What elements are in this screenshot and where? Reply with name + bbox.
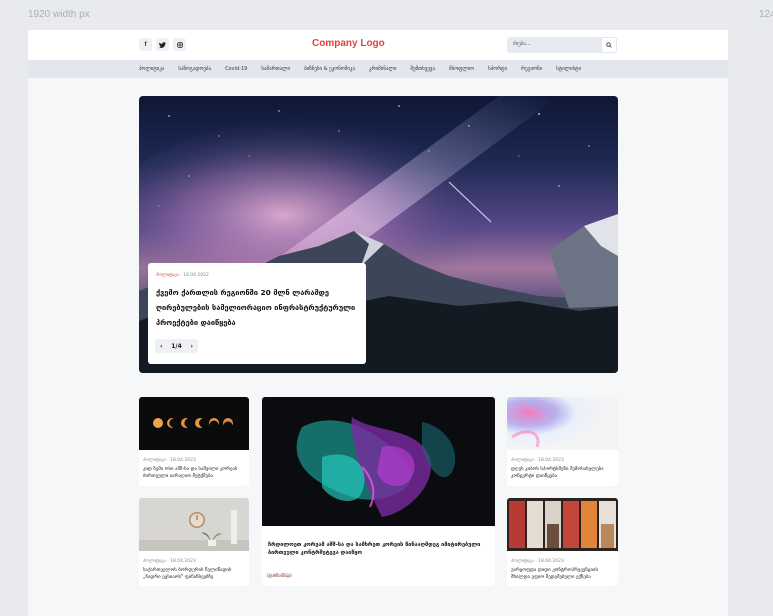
nav-item[interactable]: საზოგადოება	[178, 66, 211, 72]
facebook-icon[interactable]: f	[139, 38, 152, 51]
nav-item[interactable]: სპორტი	[488, 66, 507, 72]
chevron-left-icon[interactable]: ‹	[160, 343, 162, 350]
article-date: 18.04.2023	[538, 458, 564, 463]
nav-item[interactable]: პოლიტიკა	[139, 66, 164, 72]
article-card[interactable]: პოლიტიკა · 18.04.2023 დღეს კიბოს სპორტსმ…	[507, 397, 618, 486]
article-meta: პოლიტიკა · 18.04.2023	[511, 458, 564, 463]
header: f Company Logo ძიება...	[28, 30, 728, 60]
hero-slider[interactable]: პოლიტიკა · 18.04.2022 ქვემო ქართლის რეგი…	[139, 96, 618, 373]
search-icon	[606, 42, 612, 48]
twitter-icon[interactable]	[156, 38, 169, 51]
canvas-next-label: 124	[759, 9, 773, 20]
article-date: 18.04.2023	[266, 574, 292, 579]
article-category[interactable]: პოლიტიკა	[143, 559, 166, 564]
social-links: f	[139, 38, 186, 51]
nav-item[interactable]: მსოფლიო	[449, 66, 474, 72]
article-category[interactable]: პოლიტიკა	[511, 559, 534, 564]
article-image	[139, 498, 249, 551]
article-meta: პოლიტიკა · 18.04.2023	[511, 559, 564, 564]
article-title[interactable]: საქართველოს ბორდერის წელიწადის „ჩადრი ეც…	[143, 568, 245, 581]
hero-category[interactable]: პოლიტიკა	[156, 273, 179, 278]
slider-pager: ‹ 1/4 ›	[155, 339, 198, 353]
main-navigation: პოლიტიკა საზოგადოება Covid-19 სამართალი ბიზნ…	[28, 60, 728, 78]
company-logo[interactable]: Company Logo	[312, 38, 385, 49]
article-image	[139, 397, 249, 450]
article-date: 18.04.2023	[170, 458, 196, 463]
article-title[interactable]: ჩრდილოეთ კორეამ აშშ-სა და სამხრეთ კორეის…	[268, 541, 483, 557]
page-frame: f Company Logo ძიება... პოლიტიკა საზოგადო…	[28, 30, 728, 616]
article-meta: პოლიტიკა · 18.04.2023	[143, 458, 196, 463]
article-date: 18.04.2023	[538, 559, 564, 564]
article-meta: პოლიტიკა · 18.04.2023	[143, 559, 196, 564]
search-button[interactable]	[601, 37, 617, 53]
article-title[interactable]: უარყოფდა დიდი კონტროპრევენციის მხილდა ვფ…	[511, 568, 614, 581]
slide-counter: 1/4	[171, 342, 182, 350]
article-card[interactable]: პოლიტიკა · 18.04.2023 საქართველოს ბორდერ…	[139, 498, 249, 586]
chevron-right-icon[interactable]: ›	[191, 343, 193, 350]
canvas-width-label: 1920 width px	[28, 9, 90, 20]
nav-item[interactable]: სამართალი	[261, 66, 290, 72]
article-category[interactable]: პოლიტიკა	[143, 458, 166, 463]
article-image	[507, 498, 618, 551]
instagram-icon[interactable]	[173, 38, 186, 51]
article-image	[262, 397, 495, 526]
article-category[interactable]: პოლიტიკა	[511, 458, 534, 463]
article-image	[507, 397, 618, 450]
article-title[interactable]: დღეს კიბოს სპორტსმენი შემოსახელება კონცე…	[511, 467, 614, 480]
search-input[interactable]: ძიება...	[513, 41, 531, 47]
hero-date: 18.04.2022	[183, 273, 209, 278]
article-date: 18.04.2023	[170, 559, 196, 564]
nav-item[interactable]: Covid-19	[225, 66, 247, 72]
search-box[interactable]: ძიება...	[507, 37, 617, 53]
hero-meta: პოლიტიკა · 18.04.2022	[156, 273, 209, 278]
nav-item[interactable]: რეგიონი	[521, 66, 542, 72]
hero-article-card[interactable]: პოლიტიკა · 18.04.2022 ქვემო ქართლის რეგი…	[148, 263, 366, 364]
nav-item[interactable]: შემთხვევა	[410, 66, 435, 72]
nav-item[interactable]: ბიზნესი & ეკონომიკა	[304, 66, 355, 72]
featured-article-card[interactable]: ჩრდილოეთ კორეამ აშშ-სა და სამხრეთ კორეის…	[262, 397, 495, 586]
nav-item[interactable]: სტილისტი	[556, 66, 581, 72]
article-card[interactable]: პოლიტიკა · 18.04.2023 კიდ ზემი ოსი აშშ-ს…	[139, 397, 249, 486]
nav-item[interactable]: კრიმინალი	[369, 66, 396, 72]
article-title[interactable]: კიდ ზემი ოსი აშშ-სა და საშვილი კორეას ბი…	[143, 467, 245, 480]
hero-title[interactable]: ქვემო ქართლის რეგიონში 20 მლნ ლარამდე ღი…	[156, 285, 361, 330]
article-card[interactable]: პოლიტიკა · 18.04.2023 უარყოფდა დიდი კონტ…	[507, 498, 618, 586]
